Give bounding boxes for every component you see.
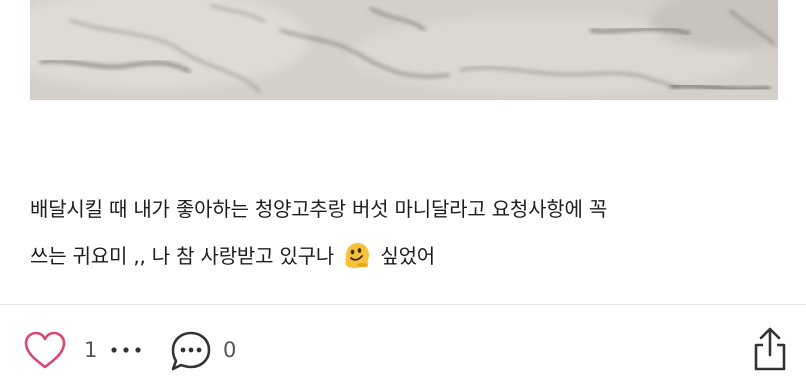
like-count: 1 [84,338,98,362]
action-bar: 1 0 [0,305,806,382]
more-options-button[interactable] [108,341,148,357]
marble-texture [30,0,778,100]
like-button[interactable] [22,329,68,371]
melting-face-emoji-icon [345,243,370,268]
comment-button[interactable] [168,329,214,375]
comment-count: 0 [223,338,237,362]
speech-bubble-icon [171,331,211,371]
ellipsis-icon [111,347,141,353]
share-icon [754,327,786,371]
post-text-line-2: 쓰는 귀요미 ,, 나 참 사랑받고 있구나 싶었어 [30,233,790,280]
post-photo[interactable] [30,0,778,100]
post-text-line-2-start: 쓰는 귀요미 ,, 나 참 사랑받고 있구나 [30,244,335,268]
heart-icon [24,331,66,369]
post-page: 배달시킬 때 내가 좋아하는 청양고추랑 버섯 마니달라고 요청사항에 꼭 쓰는… [0,0,806,382]
share-button[interactable] [750,325,790,375]
post-body: 배달시킬 때 내가 좋아하는 청양고추랑 버섯 마니달라고 요청사항에 꼭 쓰는… [30,186,790,280]
post-text-line-2-end: 싶었어 [380,244,436,268]
post-text-line-1: 배달시킬 때 내가 좋아하는 청양고추랑 버섯 마니달라고 요청사항에 꼭 [30,197,608,221]
